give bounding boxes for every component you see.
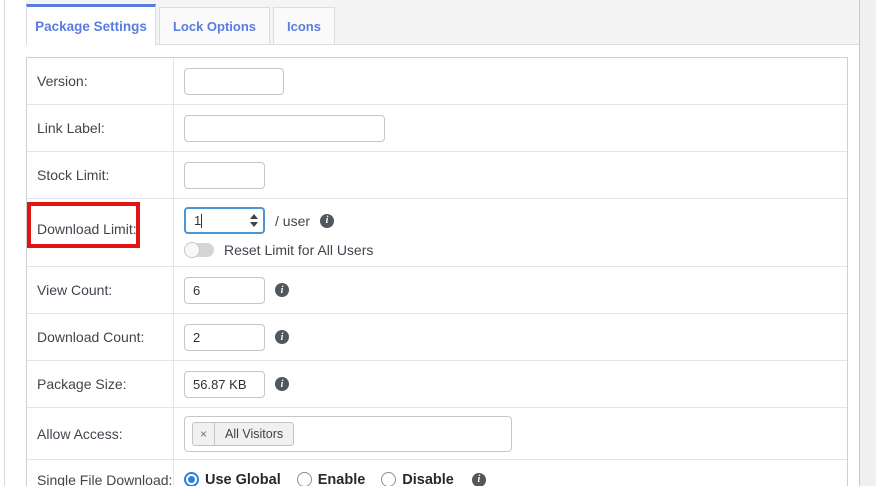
package-settings-form: Version: Link Label: Stock Limit: Downlo… xyxy=(26,57,848,486)
info-icon[interactable]: i xyxy=(275,283,289,297)
row-package-size: Package Size: i xyxy=(27,360,847,407)
reset-limit-toggle[interactable] xyxy=(184,242,214,258)
row-link-label: Link Label: xyxy=(27,104,847,151)
radio-icon[interactable] xyxy=(296,472,312,486)
download-limit-input[interactable]: 1 xyxy=(184,207,265,234)
info-icon[interactable]: i xyxy=(471,472,486,486)
radio-label: Disable xyxy=(402,471,454,486)
row-single-file-download: Single File Download: Use Global Enable … xyxy=(27,459,847,486)
row-version: Version: xyxy=(27,58,847,104)
stock-limit-label: Stock Limit: xyxy=(27,152,174,198)
radio-label: Use Global xyxy=(205,471,281,486)
download-limit-value: 1 xyxy=(194,213,202,228)
view-count-input[interactable] xyxy=(184,276,265,304)
info-icon[interactable]: i xyxy=(320,213,335,228)
tab-icons[interactable]: Icons xyxy=(273,7,335,44)
download-count-label: Download Count: xyxy=(27,314,174,360)
highlight-annotation xyxy=(27,202,140,248)
radio-option-enable[interactable]: Enable xyxy=(296,471,366,486)
view-count-label: View Count: xyxy=(27,267,174,313)
tab-bar: Package Settings Lock Options Icons xyxy=(26,0,859,45)
reset-limit-toggle-label: Reset Limit for All Users xyxy=(224,242,374,258)
row-download-count: Download Count: i xyxy=(27,313,847,360)
tab-package-settings[interactable]: Package Settings xyxy=(26,4,156,45)
info-icon[interactable]: i xyxy=(275,377,289,391)
tab-lock-options[interactable]: Lock Options xyxy=(159,7,270,44)
right-gutter xyxy=(859,0,876,486)
radio-icon[interactable] xyxy=(381,472,397,486)
spinner-up-icon[interactable] xyxy=(250,214,258,219)
radio-selected-icon[interactable] xyxy=(184,472,199,486)
link-label-input[interactable] xyxy=(184,114,385,142)
package-size-label: Package Size: xyxy=(27,361,174,407)
allow-access-tag-label: All Visitors xyxy=(225,426,284,441)
download-count-input[interactable] xyxy=(184,323,265,351)
info-icon[interactable]: i xyxy=(275,330,289,344)
allow-access-tag: × All Visitors xyxy=(192,421,295,446)
spinner-down-icon[interactable] xyxy=(250,222,258,227)
row-allow-access: Allow Access: × All Visitors xyxy=(27,407,847,459)
toggle-knob xyxy=(184,242,200,258)
link-label-label: Link Label: xyxy=(27,105,174,151)
version-label: Version: xyxy=(27,58,174,104)
radio-option-use-global[interactable]: Use Global xyxy=(184,472,281,486)
remove-tag-button[interactable]: × xyxy=(193,422,215,445)
text-caret xyxy=(201,213,203,228)
row-download-limit: Download Limit: 1 / user i Reset Limit f… xyxy=(27,198,847,266)
row-view-count: View Count: i xyxy=(27,266,847,313)
panel-edge-divider xyxy=(4,0,5,486)
allow-access-field[interactable]: × All Visitors xyxy=(184,415,512,452)
per-user-unit-label: / user xyxy=(275,212,311,229)
number-spinner[interactable] xyxy=(250,214,258,227)
row-stock-limit: Stock Limit: xyxy=(27,151,847,198)
stock-limit-input[interactable] xyxy=(184,161,265,189)
radio-option-disable[interactable]: Disable xyxy=(381,472,454,486)
allow-access-label: Allow Access: xyxy=(27,408,174,459)
package-size-input[interactable] xyxy=(184,370,265,398)
version-input[interactable] xyxy=(184,67,284,95)
radio-label: Enable xyxy=(317,471,366,486)
single-file-download-label: Single File Download: xyxy=(27,460,174,486)
